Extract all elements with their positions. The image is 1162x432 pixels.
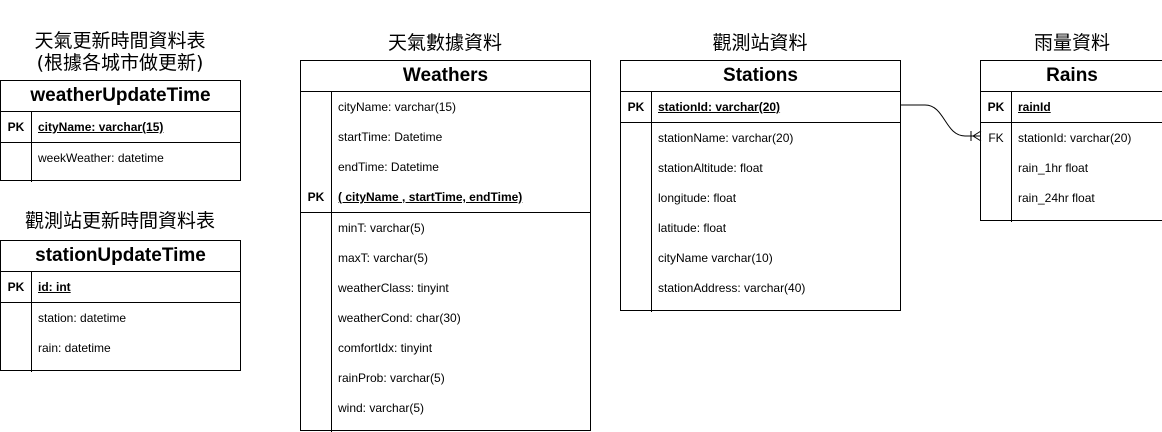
relationship-line[interactable] — [901, 104, 981, 137]
relationship-connector[interactable] — [0, 0, 1162, 431]
